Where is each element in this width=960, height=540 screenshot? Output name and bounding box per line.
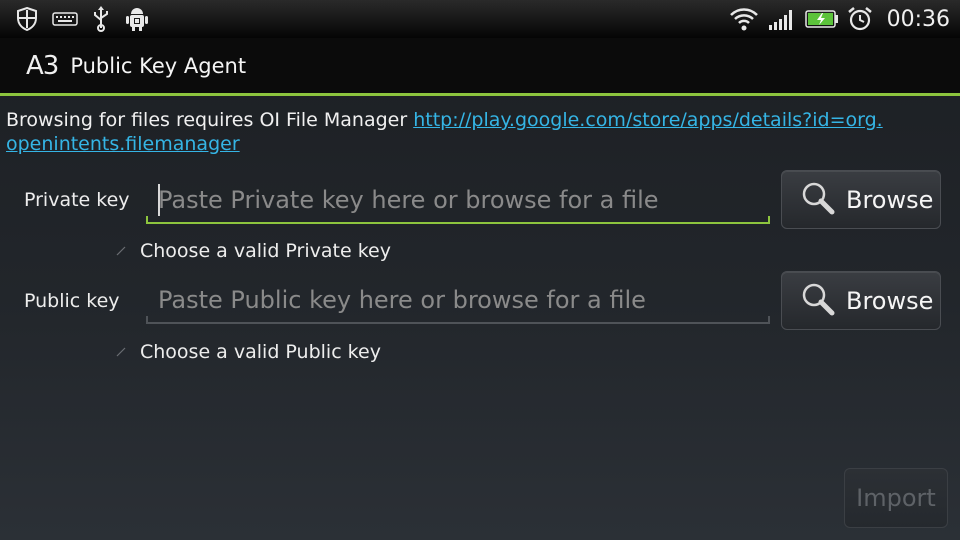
private-key-underline [146,216,770,224]
android-debug-icon [124,6,150,32]
browse-private-key-button[interactable]: Browse [781,170,941,229]
clock-time: 00:36 [886,6,950,32]
text-cursor [158,184,160,216]
wifi-icon [729,6,759,32]
app-title: Public Key Agent [70,53,247,78]
alarm-clock-icon [847,6,873,32]
app-logo[interactable]: A3 [26,51,59,81]
keyboard-icon [52,10,78,28]
shield-icon [16,7,38,31]
private-key-hint-text: Choose a valid Private key [140,240,391,262]
browse-label: Browse [846,286,934,315]
browse-label: Browse [846,185,934,214]
public-key-hint: Choose a valid Public key [114,341,381,363]
public-key-hint-text: Choose a valid Public key [140,341,381,363]
browse-public-key-button[interactable]: Browse [781,271,941,330]
import-label: Import [856,484,936,512]
signal-icon [767,7,797,31]
status-bar: 00:36 [0,0,960,38]
import-button[interactable]: Import [844,468,948,528]
search-icon [800,180,836,220]
private-key-label: Private key [24,189,130,211]
private-key-input[interactable] [146,176,770,224]
public-key-field[interactable] [146,276,770,324]
check-icon [114,345,128,359]
public-key-label: Public key [24,290,120,312]
battery-charging-icon [804,9,839,29]
public-key-underline [146,316,770,324]
search-icon [800,281,836,321]
private-key-field[interactable] [146,176,770,224]
private-key-hint: Choose a valid Private key [114,240,391,262]
file-manager-notice: Browsing for files requires OI File Mana… [6,108,906,156]
action-bar: A3 Public Key Agent [0,38,960,96]
usb-icon [92,6,110,32]
public-key-input[interactable] [146,276,770,324]
notice-text: Browsing for files requires OI File Mana… [6,109,414,131]
check-icon [114,244,128,258]
